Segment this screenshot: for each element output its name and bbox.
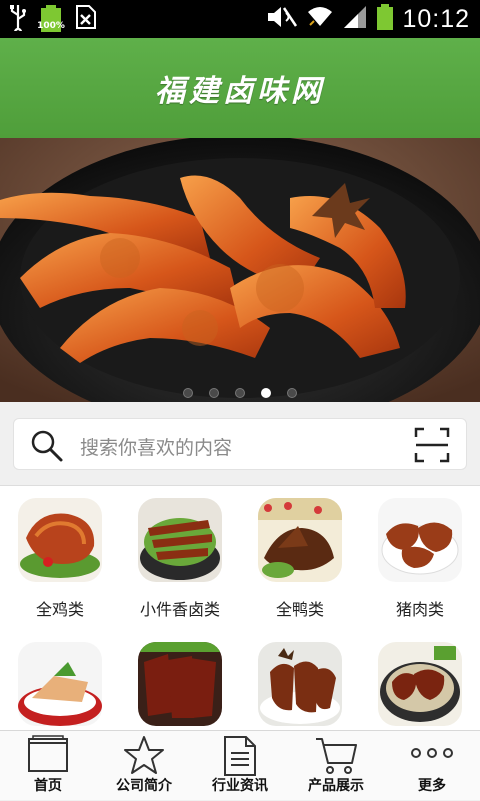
wifi-icon — [306, 4, 334, 34]
category-item[interactable] — [120, 642, 240, 740]
carousel-indicator — [0, 388, 480, 398]
status-bar: 100% 10:12 — [0, 0, 480, 38]
tab-label: 首页 — [34, 778, 62, 794]
star-icon — [124, 736, 164, 774]
banner-carousel[interactable] — [0, 138, 480, 402]
scan-icon[interactable] — [414, 427, 450, 463]
folder-icon — [28, 735, 68, 772]
document-icon — [224, 736, 256, 776]
signal-icon — [342, 4, 368, 34]
search-section: 搜索你喜欢的内容 — [0, 402, 480, 486]
category-label: 小件香卤类 — [139, 600, 220, 619]
battery-full-icon: 100% — [37, 4, 65, 34]
more-icon — [411, 748, 453, 758]
tab-label: 行业资讯 — [212, 778, 268, 794]
page-title: 福建卤味网 — [155, 74, 325, 109]
category-label: 全鸭类 — [275, 600, 324, 619]
category-item[interactable] — [0, 642, 120, 740]
tab-more[interactable]: 更多 — [384, 731, 480, 801]
category-thumbnail — [18, 642, 102, 726]
carousel-dot[interactable] — [183, 388, 193, 398]
battery-percent: 100% — [37, 21, 65, 31]
app-header: 福建卤味网 — [0, 38, 480, 138]
category-thumbnail — [378, 498, 462, 582]
search-icon — [31, 430, 63, 462]
carousel-dot[interactable] — [209, 388, 219, 398]
tab-products[interactable]: 产品展示 — [288, 731, 384, 801]
clock: 10:12 — [402, 4, 470, 33]
category-thumbnail — [138, 642, 222, 726]
carousel-dot[interactable] — [287, 388, 297, 398]
category-thumbnail — [258, 498, 342, 582]
carousel-dot-active[interactable] — [261, 388, 271, 398]
category-label: 猪肉类 — [395, 600, 444, 619]
category-item[interactable] — [240, 642, 360, 740]
category-grid: 全鸡类 小件香卤类 全鸭类 猪肉类 — [0, 486, 480, 730]
category-thumbnail — [138, 498, 222, 582]
category-thumbnail — [378, 642, 462, 726]
battery-icon — [376, 3, 394, 35]
category-thumbnail — [18, 498, 102, 582]
cart-icon — [316, 738, 357, 774]
tab-industry-news[interactable]: 行业资讯 — [192, 731, 288, 801]
sim-icon — [74, 3, 98, 35]
usb-icon — [8, 3, 28, 37]
category-thumbnail — [258, 642, 342, 726]
tab-label: 产品展示 — [308, 778, 364, 794]
carousel-dot[interactable] — [235, 388, 245, 398]
category-label: 全鸡类 — [35, 600, 84, 619]
category-item-pork[interactable]: 猪肉类 — [360, 498, 480, 620]
tab-label: 公司简介 — [116, 778, 172, 794]
search-input[interactable]: 搜索你喜欢的内容 — [13, 418, 467, 470]
tab-label: 更多 — [418, 778, 446, 794]
category-item-whole-chicken[interactable]: 全鸡类 — [0, 498, 120, 620]
tab-company-profile[interactable]: 公司简介 — [96, 731, 192, 801]
search-placeholder: 搜索你喜欢的内容 — [80, 437, 233, 459]
banner-image — [0, 138, 480, 402]
bottom-tab-bar: 首页 公司简介 行业资讯 产品展示 更多 — [0, 730, 480, 800]
mute-icon — [264, 4, 298, 34]
category-item[interactable] — [360, 642, 480, 740]
category-item-whole-duck[interactable]: 全鸭类 — [240, 498, 360, 620]
category-item-small-braised[interactable]: 小件香卤类 — [120, 498, 240, 620]
tab-home[interactable]: 首页 — [0, 731, 96, 801]
